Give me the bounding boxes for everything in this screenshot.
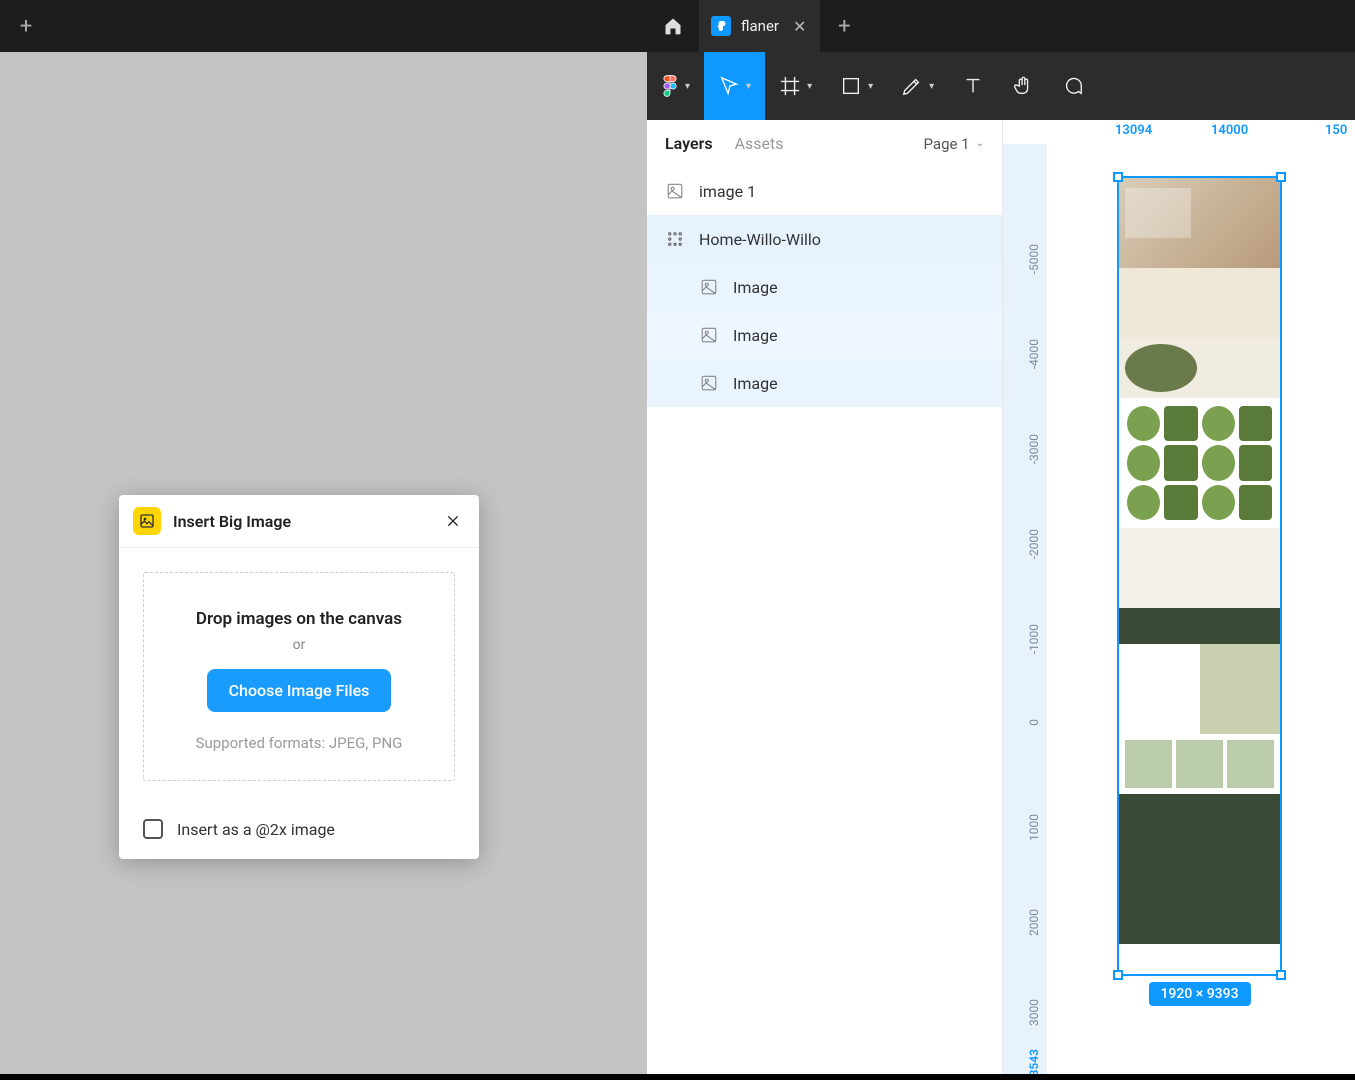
figma-tab-bar: flaner ✕ + (647, 0, 1355, 52)
layer-row-child-image[interactable]: Image (647, 359, 1002, 407)
ruler-tick: -5000 (1027, 244, 1041, 274)
chevron-down-icon: ▾ (807, 81, 812, 92)
ruler-current: 3543 (1027, 1049, 1041, 1076)
drop-or: or (164, 637, 434, 653)
ruler-tick: 0 (1027, 719, 1041, 726)
layer-row-image1[interactable]: image 1 (647, 167, 1002, 215)
dialog-title: Insert Big Image (173, 512, 441, 531)
ruler-tick: 1000 (1027, 814, 1041, 841)
ruler-tick: -2000 (1027, 529, 1041, 559)
page-selector[interactable]: Page 1 ⌄ (924, 135, 984, 153)
ruler-tick: 2000 (1027, 909, 1041, 936)
layer-row-frame[interactable]: Home-Willo-Willo (647, 215, 1002, 263)
image-icon (699, 325, 719, 345)
resize-handle-tl[interactable] (1113, 172, 1123, 182)
chevron-down-icon: ▾ (868, 81, 873, 92)
image-icon (699, 373, 719, 393)
figma-window: flaner ✕ + ▾ ▾ ▾ ▾ ▾ (647, 0, 1355, 1080)
close-tab-icon[interactable]: ✕ (793, 17, 806, 36)
at2x-label: Insert as a @2x image (177, 820, 335, 839)
document-tab-label: flaner (741, 17, 779, 35)
drop-zone[interactable]: Drop images on the canvas or Choose Imag… (143, 572, 455, 781)
text-tool[interactable] (948, 52, 998, 120)
chevron-down-icon: ▾ (685, 81, 690, 92)
ruler-tick: 13094 (1115, 123, 1152, 138)
resize-handle-tr[interactable] (1276, 172, 1286, 182)
plugin-icon (133, 507, 161, 535)
figma-toolbar: ▾ ▾ ▾ ▾ ▾ (647, 52, 1355, 120)
layer-label: Image (733, 278, 778, 297)
layer-label: Image (733, 374, 778, 393)
image-icon (699, 277, 719, 297)
tab-assets[interactable]: Assets (735, 134, 784, 153)
chevron-down-icon: ⌄ (976, 138, 984, 149)
ruler-tick: -3000 (1027, 434, 1041, 464)
new-tab-button[interactable]: + (0, 0, 52, 52)
horizontal-ruler: 13094 14000 150 (1047, 120, 1355, 144)
chevron-down-icon: ▾ (746, 81, 751, 92)
window-bottom-edge (0, 1074, 1355, 1080)
layers-panel-header: Layers Assets Page 1 ⌄ (647, 120, 1002, 167)
close-icon[interactable] (441, 509, 465, 533)
page-label: Page 1 (924, 135, 970, 153)
layer-label: Image (733, 326, 778, 345)
new-tab-button[interactable]: + (820, 0, 868, 52)
frame-thumbnail (1119, 178, 1280, 974)
at2x-checkbox[interactable] (143, 819, 163, 839)
layer-label: Home-Willo-Willo (699, 230, 821, 249)
figma-menu-button[interactable]: ▾ (647, 52, 704, 120)
ruler-tick: 150 (1325, 123, 1347, 138)
supported-formats: Supported formats: JPEG, PNG (164, 734, 434, 752)
left-tab-bar: + (0, 0, 647, 52)
left-app-pane: + Insert Big Image Drop images on the ca… (0, 0, 647, 1080)
image-icon (665, 181, 685, 201)
dialog-body: Drop images on the canvas or Choose Imag… (119, 548, 479, 805)
frame-icon (665, 229, 685, 249)
figma-canvas[interactable]: 13094 14000 150 -5000 -4000 -3000 -2000 … (1003, 120, 1355, 1080)
document-tab[interactable]: flaner ✕ (699, 0, 820, 52)
resize-handle-br[interactable] (1276, 970, 1286, 980)
figma-file-icon (711, 16, 731, 36)
layer-row-child-image[interactable]: Image (647, 311, 1002, 359)
hand-tool[interactable] (998, 52, 1048, 120)
frame-tool[interactable]: ▾ (765, 52, 826, 120)
dialog-footer: Insert as a @2x image (119, 805, 479, 859)
ruler-tick: 3000 (1027, 999, 1041, 1026)
choose-image-files-button[interactable]: Choose Image Files (207, 669, 392, 712)
drop-instruction: Drop images on the canvas (164, 609, 434, 629)
layer-row-child-image[interactable]: Image (647, 263, 1002, 311)
pen-tool[interactable]: ▾ (887, 52, 948, 120)
layers-panel: Layers Assets Page 1 ⌄ image 1 Home-Will… (647, 120, 1003, 1080)
dialog-header: Insert Big Image (119, 495, 479, 548)
tab-layers[interactable]: Layers (665, 134, 713, 153)
vertical-ruler: -5000 -4000 -3000 -2000 -1000 0 1000 200… (1003, 144, 1047, 1080)
insert-big-image-dialog: Insert Big Image Drop images on the canv… (119, 495, 479, 859)
figma-body: Layers Assets Page 1 ⌄ image 1 Home-Will… (647, 120, 1355, 1080)
resize-handle-bl[interactable] (1113, 970, 1123, 980)
selection-dimensions: 1920 × 9393 (1148, 982, 1250, 1006)
comment-tool[interactable] (1048, 52, 1098, 120)
chevron-down-icon: ▾ (929, 81, 934, 92)
layer-label: image 1 (699, 182, 756, 201)
move-tool[interactable]: ▾ (704, 52, 765, 120)
ruler-tick: -4000 (1027, 339, 1041, 369)
ruler-tick: 14000 (1211, 123, 1248, 138)
home-icon[interactable] (647, 0, 699, 52)
ruler-tick: -1000 (1027, 624, 1041, 654)
shape-tool[interactable]: ▾ (826, 52, 887, 120)
selected-frame[interactable]: 1920 × 9393 (1117, 176, 1282, 976)
